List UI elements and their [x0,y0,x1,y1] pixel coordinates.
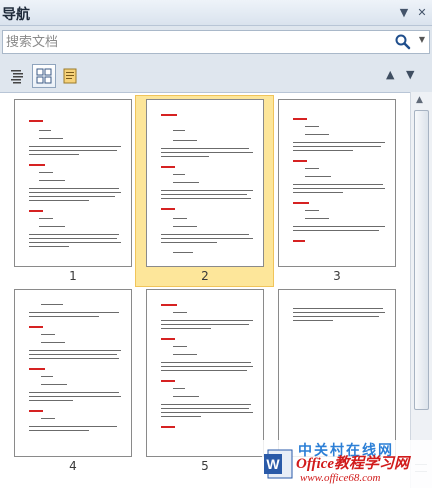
next-result-button[interactable]: ▼ [406,68,414,81]
page-thumbnails-pane: 1 2 3 4 5 [0,92,432,488]
scroll-up-icon[interactable]: ▲ [416,95,423,105]
scrollbar-thumb[interactable] [414,110,429,410]
page-preview [14,289,132,457]
page-preview [278,99,396,267]
tab-headings[interactable] [6,64,30,88]
panel-menu-button[interactable]: ▼ [396,5,412,21]
panel-titlebar: 导航 ▼ ✕ [0,0,432,26]
search-icon[interactable] [395,34,411,50]
svg-text:W: W [266,456,280,472]
vertical-scrollbar[interactable]: ▲ [410,92,432,488]
page-preview [146,99,264,267]
page-number: 3 [333,269,341,283]
page-preview [146,289,264,457]
page-preview [278,289,396,457]
close-icon[interactable]: ✕ [414,5,430,21]
watermark-title: Office教程学习网 [296,456,410,472]
page-preview [14,99,132,267]
page-number: 1 [69,269,77,283]
page-number: 4 [69,459,77,473]
watermark-logo: W 中关村在线网 Office教程学习网 www.office68.com [262,440,432,488]
previous-result-button[interactable]: ▲ [386,68,394,81]
results-doc-icon [63,68,77,84]
search-input[interactable] [6,33,386,51]
tab-results[interactable] [58,64,82,88]
headings-list-icon [11,70,23,84]
chevron-down-icon[interactable]: ▼ [419,35,425,44]
page-number: 5 [201,459,209,473]
office-logo-icon: W [264,449,293,479]
watermark-url: www.office68.com [300,472,381,484]
page-grid-icon [36,68,52,84]
page-number: 2 [201,269,209,283]
panel-title: 导航 [2,7,30,23]
tab-pages[interactable] [32,64,56,88]
search-box[interactable]: ▼ [2,30,430,54]
